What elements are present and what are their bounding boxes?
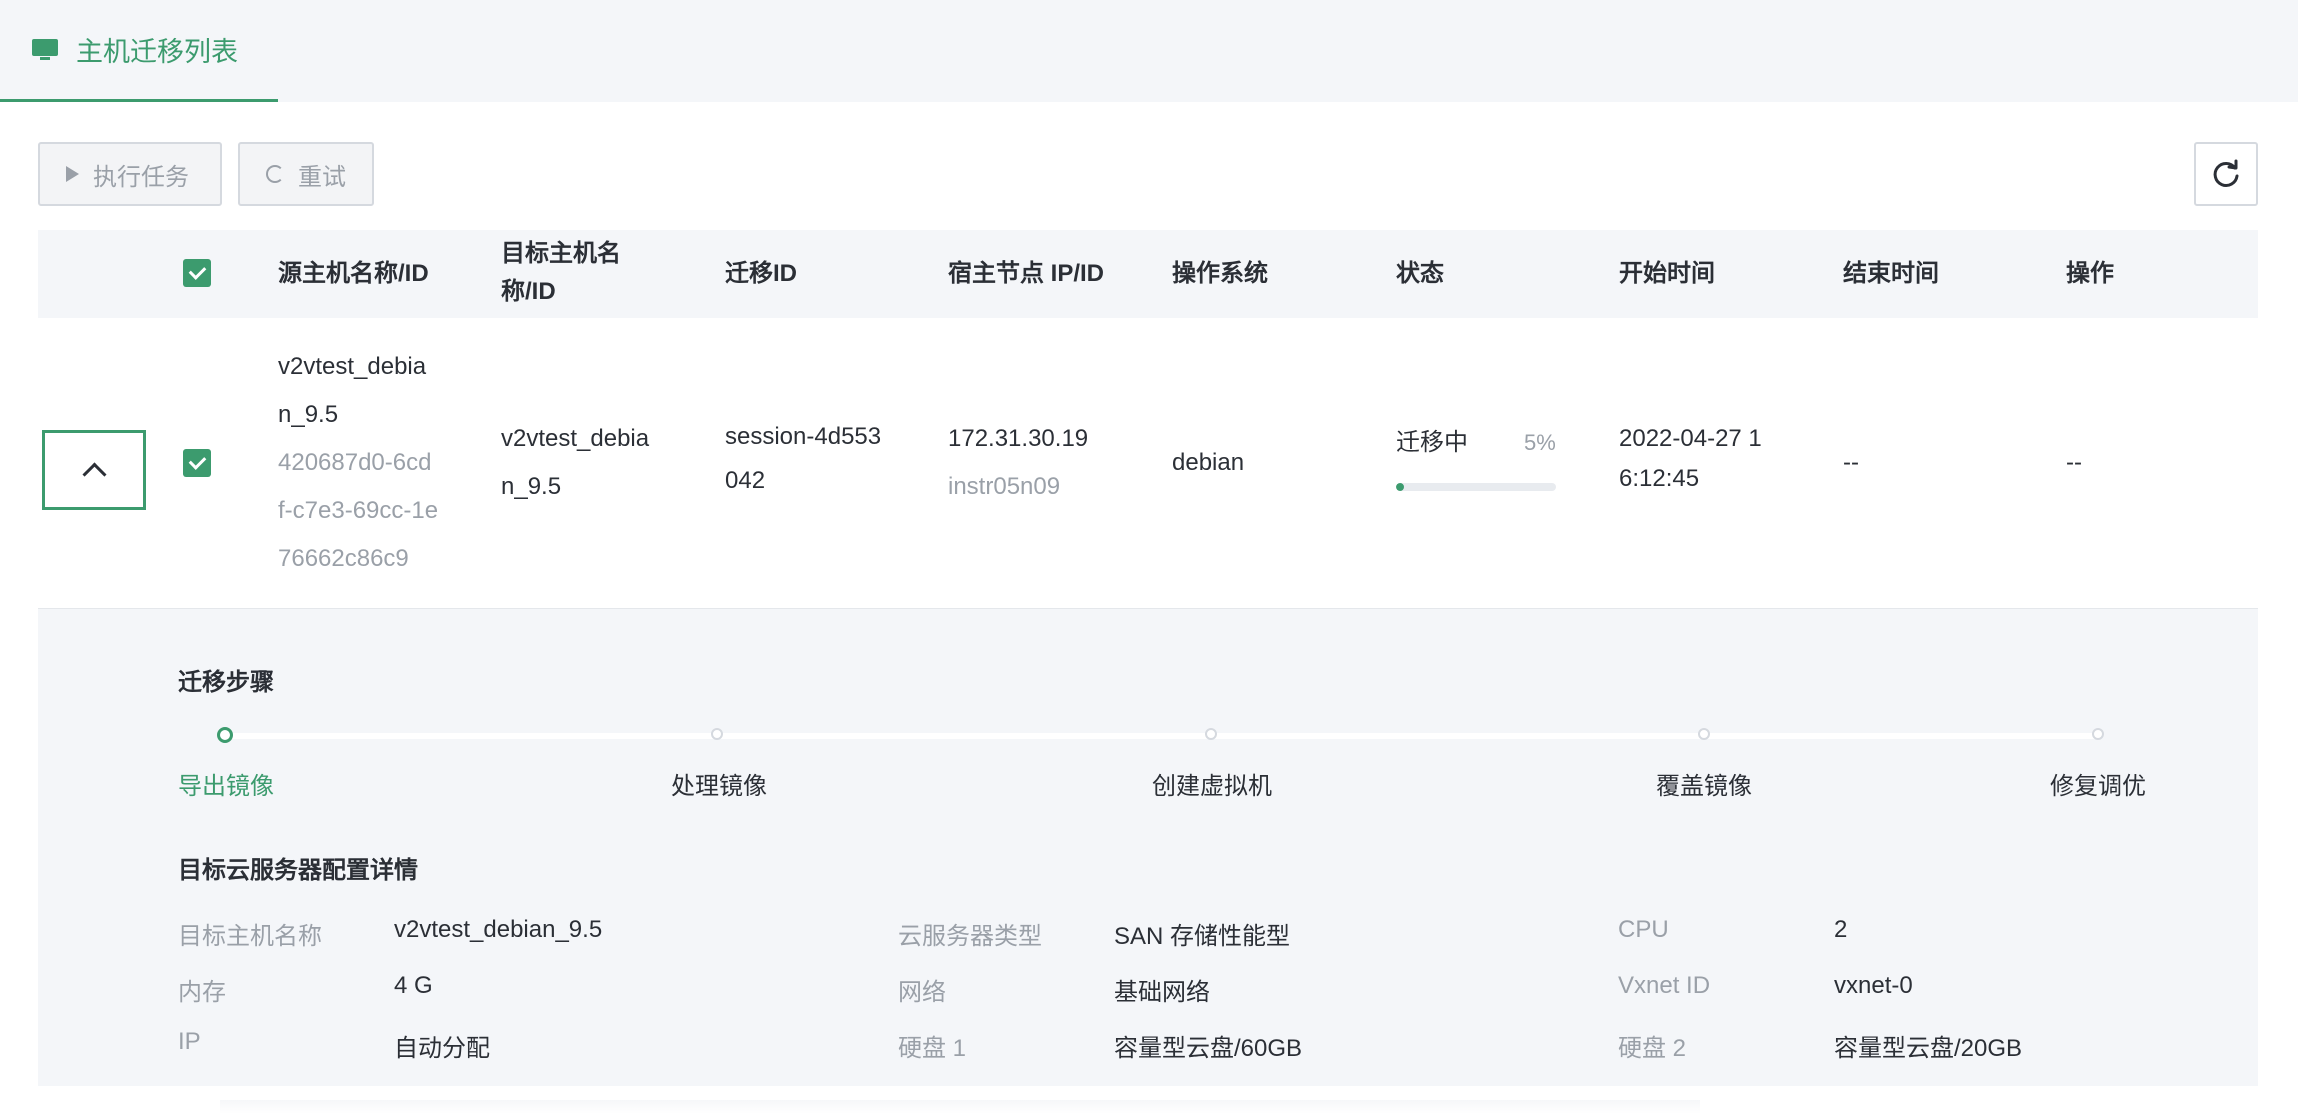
column-start-time: 开始时间 [1619,260,1715,287]
start-time-line1: 2022-04-27 1 [1619,425,1762,452]
config-label-vxnet-id: Vxnet ID [1618,972,1711,999]
execute-task-label: 执行任务 [93,163,189,191]
refresh-icon [2213,159,2239,187]
config-label-network: 网络 [898,979,946,1006]
migration-steps-title: 迁移步骤 [178,669,274,696]
source-host-id-line1: 420687d0-6cd [278,449,432,476]
header-bar [0,0,2298,102]
config-value-memory: 4 G [394,972,433,999]
select-all-checkbox[interactable] [183,259,211,287]
column-migration-id: 迁移ID [725,260,797,287]
chevron-up-icon [81,461,107,487]
column-target-host-line1: 目标主机名 [501,240,621,267]
host-node-ip: 172.31.30.19 [948,425,1089,452]
check-icon [188,262,206,280]
migration-detail-panel [38,609,2258,1086]
target-host-line2: n_9.5 [501,473,562,500]
column-status: 状态 [1396,260,1444,287]
source-host-cell: v2vtest_debia n_9.5 420687d0-6cd f-c7e3-… [278,343,438,583]
start-time-cell: 2022-04-27 1 6:12:45 [1619,419,1762,499]
config-value-server-type: SAN 存储性能型 [1114,923,1291,950]
panel-bottom-shadow [220,1100,1700,1114]
retry-button[interactable]: 重试 [238,142,374,206]
column-source-host: 源主机名称/ID [278,260,429,287]
column-target-host: 目标主机名 称/ID [501,235,621,311]
migration-id-line2: 042 [725,467,766,494]
source-host-name-line2: n_9.5 [278,401,339,428]
collapse-row-button[interactable] [42,430,146,510]
config-value-disk-1: 容量型云盘/60GB [1114,1035,1303,1062]
config-label-ip: IP [178,1028,201,1055]
step-dot-overwrite-image [1698,728,1710,740]
config-label-cpu: CPU [1618,916,1669,943]
step-dot-create-vm [1205,728,1217,740]
tab-host-migration-list[interactable]: 主机迁移列表 [0,0,278,102]
progress-bar-fill [1396,483,1404,491]
os-cell: debian [1172,449,1245,476]
start-time-line2: 6:12:45 [1619,465,1700,492]
config-value-ip: 自动分配 [394,1035,490,1062]
config-label-disk-2: 硬盘 2 [1618,1035,1687,1062]
execute-task-button[interactable]: 执行任务 [38,142,222,206]
row-checkbox[interactable] [183,449,211,477]
play-icon [66,166,79,182]
monitor-icon [32,38,58,61]
tab-title: 主机迁移列表 [76,37,238,67]
step-dot-process-image [711,728,723,740]
config-label-memory: 内存 [178,979,226,1006]
source-host-name-line1: v2vtest_debia [278,353,427,380]
config-label-target-host: 目标主机名称 [178,923,322,950]
column-end-time: 结束时间 [1843,260,1939,287]
target-host-line1: v2vtest_debia [501,425,650,452]
progress-percent: 5% [1524,430,1556,455]
config-details-title: 目标云服务器配置详情 [178,857,418,884]
source-host-id-line2: f-c7e3-69cc-1e [278,497,439,524]
step-label-export-image: 导出镜像 [178,773,274,800]
column-target-host-line2: 称/ID [501,278,556,305]
step-dot-export-image [217,727,233,743]
step-dot-repair-tune [2092,728,2104,740]
migration-id-cell: session-4d553 042 [725,415,881,503]
end-time-cell: -- [1843,449,1859,476]
step-label-repair-tune: 修复调优 [2050,773,2146,800]
step-label-process-image: 处理镜像 [671,773,767,800]
target-host-cell: v2vtest_debia n_9.5 [501,415,649,511]
config-label-server-type: 云服务器类型 [898,923,1042,950]
config-label-disk-1: 硬盘 1 [898,1035,967,1062]
config-value-network: 基础网络 [1114,979,1210,1006]
check-icon [188,452,206,470]
refresh-button[interactable] [2194,142,2258,206]
step-label-create-vm: 创建虚拟机 [1152,773,1272,800]
config-value-target-host: v2vtest_debian_9.5 [394,916,603,943]
migration-id-line1: session-4d553 [725,423,882,450]
progress-bar [1396,483,1556,491]
retry-icon [266,165,284,183]
retry-label: 重试 [298,163,346,191]
action-cell: -- [2066,449,2082,476]
column-host-node: 宿主节点 IP/ID [948,260,1105,287]
column-os: 操作系统 [1172,260,1268,287]
config-value-cpu: 2 [1834,916,1848,943]
source-host-id-line3: 76662c86c9 [278,545,409,572]
config-value-disk-2: 容量型云盘/20GB [1834,1035,2023,1062]
step-label-overwrite-image: 覆盖镜像 [1656,773,1752,800]
column-action: 操作 [2066,260,2114,287]
status-text: 迁移中 [1396,429,1468,456]
config-value-vxnet-id: vxnet-0 [1834,972,1913,999]
host-node-cell: 172.31.30.19 instr05n09 [948,415,1088,511]
steps-track [224,733,2100,739]
host-node-id: instr05n09 [948,473,1061,500]
